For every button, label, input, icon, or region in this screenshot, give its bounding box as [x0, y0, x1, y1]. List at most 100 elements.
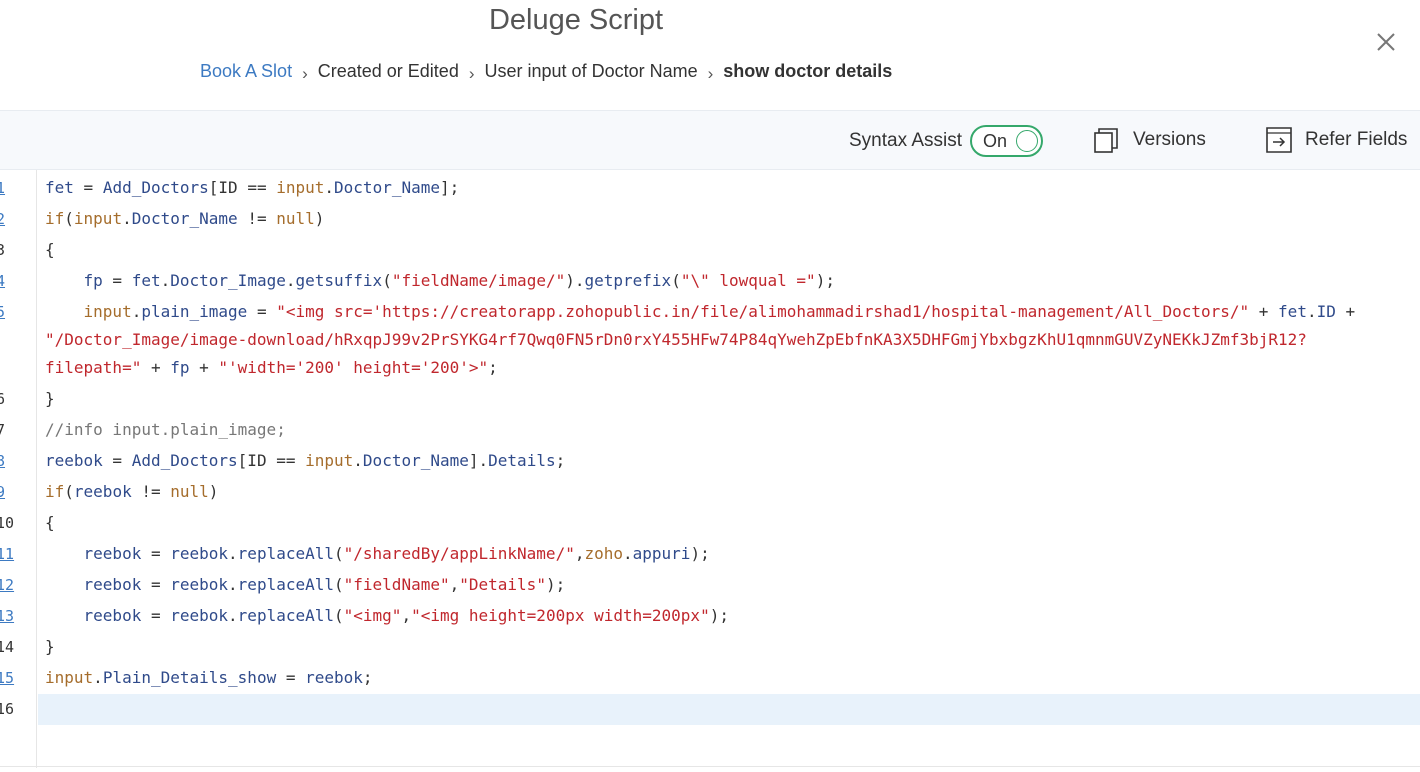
code-token: . [623, 544, 633, 563]
code-token: Doctor_Name [334, 178, 440, 197]
code-token: appuri [632, 544, 691, 563]
code-token: "/sharedBy/appLinkName/" [343, 544, 575, 563]
code-token: ( [334, 606, 344, 625]
line-number[interactable]: 2 [0, 209, 30, 229]
code-line[interactable]: reebok = reebok.replaceAll("fieldName","… [45, 575, 566, 595]
code-token: getsuffix [295, 271, 383, 290]
line-number[interactable]: 9 [0, 482, 30, 502]
code-line[interactable]: filepath=" + fp + "'width='200' height='… [45, 358, 498, 378]
code-token: reebok [305, 668, 363, 687]
refer-fields-button[interactable]: Refer Fields [1265, 125, 1407, 155]
code-token: reebok [170, 606, 229, 625]
code-token: . [228, 606, 238, 625]
code-token: . [122, 209, 132, 228]
breadcrumb: Book A Slot › Created or Edited › User i… [200, 61, 892, 83]
code-token: "fieldName" [343, 575, 450, 594]
code-token: null [170, 482, 209, 501]
code-token: replaceAll [237, 544, 334, 563]
code-token: "<img" [343, 606, 402, 625]
breadcrumb-user-input: User input of Doctor Name [484, 61, 698, 81]
close-icon[interactable] [1372, 28, 1400, 56]
code-line[interactable]: input.plain_image = "<img src='https://c… [45, 302, 1356, 322]
code-token: ( [382, 271, 392, 290]
line-number-gutter: 1 2 3 4 5 6 7 8 9 10 11 12 13 14 15 16 [0, 170, 37, 768]
line-number[interactable]: 8 [0, 451, 30, 471]
code-line[interactable]: fet = Add_Doctors[ID == input.Doctor_Nam… [45, 178, 459, 198]
code-token: ; [362, 668, 373, 687]
line-number[interactable]: 12 [0, 575, 30, 595]
code-line[interactable]: input.Plain_Details_show = reebok; [45, 668, 373, 688]
code-token: Plain_Details_show [102, 668, 277, 687]
toggle-state-label: On [983, 131, 1008, 151]
line-number[interactable]: 11 [0, 544, 30, 564]
versions-button[interactable]: Versions [1093, 125, 1206, 155]
code-token: + [1249, 302, 1279, 321]
code-token: ) [208, 482, 219, 501]
code-token: = [247, 302, 277, 321]
code-line[interactable]: reebok = reebok.replaceAll("/sharedBy/ap… [45, 544, 710, 564]
code-line[interactable]: } [45, 637, 55, 657]
code-token: + [189, 358, 219, 377]
line-number[interactable]: 15 [0, 668, 30, 688]
code-token: reebok [83, 544, 142, 563]
code-token: "'width='200' height='200'>" [218, 358, 489, 377]
code-token: , [449, 575, 460, 594]
line-number[interactable]: 13 [0, 606, 30, 626]
code-token: = [276, 668, 306, 687]
code-token: + [141, 358, 171, 377]
code-line[interactable]: { [45, 513, 55, 533]
line-number: 6 [0, 390, 6, 408]
code-token: . [324, 178, 335, 197]
code-token: Doctor_Image [170, 271, 286, 290]
code-token: = [73, 178, 103, 197]
code-token: ); [690, 544, 710, 563]
code-token: + [1335, 302, 1356, 321]
code-line[interactable]: //info input.plain_image; [45, 420, 286, 440]
line-number: 16 [0, 700, 15, 718]
code-line[interactable]: "/Doctor_Image/image-download/hRxqpJ99v2… [45, 330, 1307, 350]
code-line[interactable]: fp = fet.Doctor_Image.getsuffix("fieldNa… [45, 271, 835, 291]
breadcrumb-book-a-slot[interactable]: Book A Slot [200, 61, 292, 82]
chevron-right-icon: › [707, 63, 714, 83]
code-token: plain_image [141, 302, 248, 321]
code-token: fp [170, 358, 190, 377]
code-token: "\" lowqual =" [680, 271, 816, 290]
versions-icon [1094, 128, 1118, 153]
code-token: ( [334, 544, 344, 563]
code-token: . [353, 451, 363, 470]
code-token: input [45, 668, 94, 687]
code-token: input [276, 178, 325, 197]
line-number[interactable]: 4 [0, 271, 30, 291]
code-token: } [45, 637, 55, 656]
code-token: fet [1278, 302, 1307, 321]
code-token: Doctor_Name [131, 209, 238, 228]
code-token: ID [1316, 302, 1336, 321]
code-line[interactable]: reebok = Add_Doctors[ID == input.Doctor_… [45, 451, 565, 471]
line-number[interactable]: 1 [0, 178, 30, 198]
code-line[interactable]: if(input.Doctor_Name != null) [45, 209, 324, 229]
code-token: input [83, 302, 132, 321]
code-token: fp [83, 271, 103, 290]
code-line[interactable]: if(reebok != null) [45, 482, 218, 502]
code-token: ; [555, 451, 566, 470]
code-token: filepath=" [45, 358, 142, 377]
code-token: if [45, 209, 65, 228]
code-token: reebok [83, 606, 142, 625]
code-line[interactable]: { [45, 240, 55, 260]
code-token: "fieldName/image/" [391, 271, 566, 290]
code-token: fet [45, 178, 74, 197]
code-token: "<img height=200px width=200px" [411, 606, 710, 625]
code-token: = [141, 606, 171, 625]
code-editor[interactable]: 1 2 3 4 5 6 7 8 9 10 11 12 13 14 15 16 f… [0, 170, 1420, 768]
code-line[interactable]: } [45, 389, 55, 409]
syntax-assist-toggle[interactable]: On [970, 125, 1043, 157]
code-token: Doctor_Name [362, 451, 469, 470]
code-token: { [45, 513, 55, 532]
breadcrumb-created-or-edited: Created or Edited [317, 61, 459, 81]
line-number[interactable]: 5 [0, 302, 30, 322]
code-token: ; [488, 358, 498, 377]
code-line[interactable]: reebok = reebok.replaceAll("<img","<img … [45, 606, 729, 626]
code-token: ( [334, 575, 344, 594]
